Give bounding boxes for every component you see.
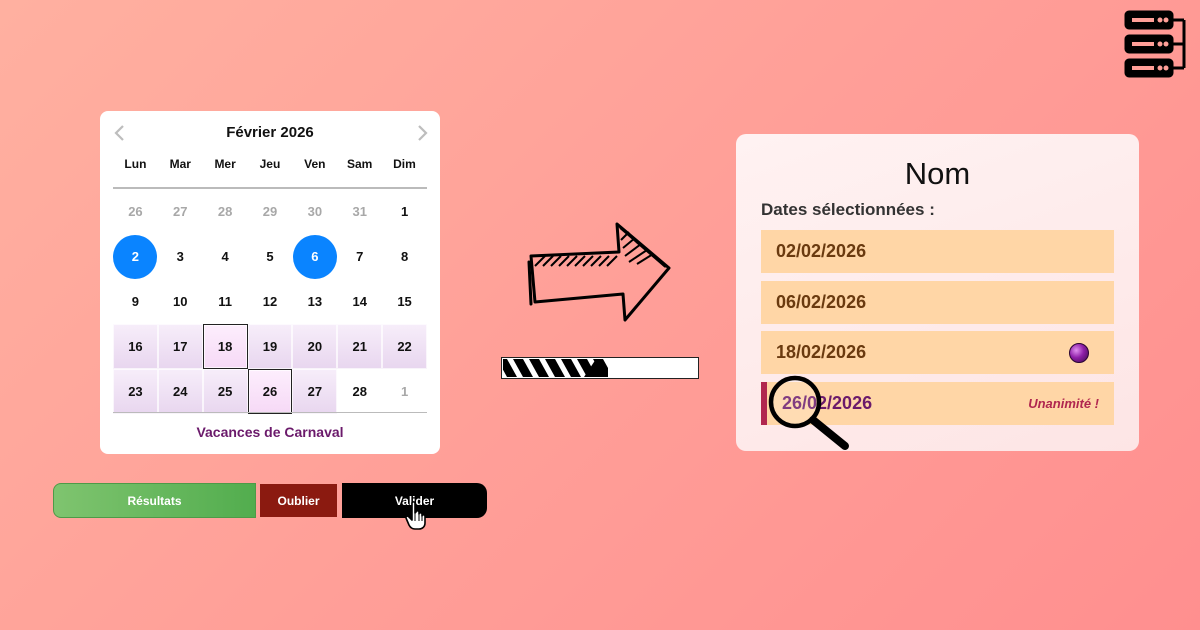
calendar-widget: Février 2026 Lun Mar Mer Jeu Ven Sam Dim… xyxy=(100,111,440,454)
calendar-day-grid: 26 27 28 29 30 31 1 2 3 4 5 6 7 8 9 10 11 12 13 14 15 16 17 18 1… xyxy=(113,189,427,414)
calendar-day[interactable]: 8 xyxy=(382,234,427,279)
calendar-day[interactable]: 27 xyxy=(292,369,338,414)
selected-dates-label: Dates sélectionnées : xyxy=(761,200,935,219)
date-value: 06/02/2026 xyxy=(776,292,867,312)
calendar-day[interactable]: 27 xyxy=(158,189,203,234)
calendar-day[interactable]: 1 xyxy=(382,189,427,234)
calendar-day[interactable]: 5 xyxy=(248,234,293,279)
date-row[interactable]: 18/02/2026 xyxy=(761,331,1114,374)
calendar-day[interactable]: 14 xyxy=(337,279,382,324)
weekday-header: Lun Mar Mer Jeu Ven Sam Dim xyxy=(113,157,427,173)
calendar-day[interactable]: 29 xyxy=(248,189,293,234)
calendar-day[interactable]: 7 xyxy=(337,234,382,279)
calendar-day[interactable]: 13 xyxy=(292,279,337,324)
calendar-day[interactable]: 20 xyxy=(292,324,338,369)
calendar-day[interactable]: 31 xyxy=(337,189,382,234)
calendar-day[interactable]: 21 xyxy=(337,324,383,369)
date-value: 02/02/2026 xyxy=(776,241,867,261)
weekday-label: Mar xyxy=(169,157,191,171)
calendar-header: Février 2026 xyxy=(100,123,440,143)
calendar-day[interactable]: 19 xyxy=(247,324,293,369)
day-number: 2 xyxy=(113,234,158,279)
unanimity-badge: Unanimité ! xyxy=(1028,396,1099,411)
chevron-left-icon[interactable] xyxy=(110,123,130,143)
card-title: Nom xyxy=(904,156,971,191)
weekday-label: Lun xyxy=(124,157,147,171)
weekday-label: Mer xyxy=(214,157,236,171)
vacation-legend: Vacances de Carnaval xyxy=(196,424,344,440)
weekday-label: Sam xyxy=(346,157,373,171)
calendar-day[interactable]: 9 xyxy=(113,279,158,324)
progress-fill xyxy=(503,359,608,377)
calendar-day[interactable]: 22 xyxy=(382,324,427,369)
calendar-divider xyxy=(113,412,427,413)
calendar-day[interactable]: 4 xyxy=(203,234,248,279)
calendar-month-title: Février 2026 xyxy=(226,124,314,141)
calendar-day[interactable]: 11 xyxy=(203,279,248,324)
calendar-day[interactable]: 10 xyxy=(158,279,203,324)
calendar-day[interactable]: 18 xyxy=(202,324,248,369)
chevron-right-icon[interactable] xyxy=(412,123,432,143)
day-number: 6 xyxy=(292,234,337,279)
calendar-day[interactable]: 17 xyxy=(157,324,203,369)
hand-cursor-icon xyxy=(405,501,426,530)
calendar-day[interactable]: 26 xyxy=(247,369,293,414)
calendar-day[interactable]: 25 xyxy=(202,369,248,414)
calendar-day[interactable]: 15 xyxy=(382,279,427,324)
vote-dot-icon xyxy=(1069,343,1089,363)
calendar-day[interactable]: 23 xyxy=(113,369,158,414)
server-icon xyxy=(1124,10,1186,78)
calendar-day[interactable]: 26 xyxy=(113,189,158,234)
calendar-day[interactable]: 30 xyxy=(292,189,337,234)
calendar-day[interactable]: 24 xyxy=(157,369,203,414)
date-value: 18/02/2026 xyxy=(776,342,867,362)
forget-button[interactable]: Oublier xyxy=(260,484,337,517)
progress-bar xyxy=(501,357,699,379)
calendar-day[interactable]: 28 xyxy=(203,189,248,234)
calendar-day-selected[interactable]: 6 xyxy=(292,234,337,279)
date-row[interactable]: 02/02/2026 xyxy=(761,230,1114,273)
calendar-day[interactable]: 1 xyxy=(382,369,427,414)
date-row[interactable]: 06/02/2026 xyxy=(761,281,1114,324)
weekday-label: Ven xyxy=(304,157,326,171)
weekday-label: Dim xyxy=(393,157,416,171)
arrow-right-icon xyxy=(527,222,671,322)
calendar-day[interactable]: 3 xyxy=(158,234,203,279)
weekday-label: Jeu xyxy=(259,157,281,171)
calendar-day-selected[interactable]: 2 xyxy=(113,234,158,279)
results-button[interactable]: Résultats xyxy=(53,483,256,518)
calendar-day[interactable]: 28 xyxy=(337,369,382,414)
calendar-day[interactable]: 12 xyxy=(248,279,293,324)
magnifier-icon xyxy=(768,375,849,450)
calendar-day[interactable]: 16 xyxy=(113,324,158,369)
